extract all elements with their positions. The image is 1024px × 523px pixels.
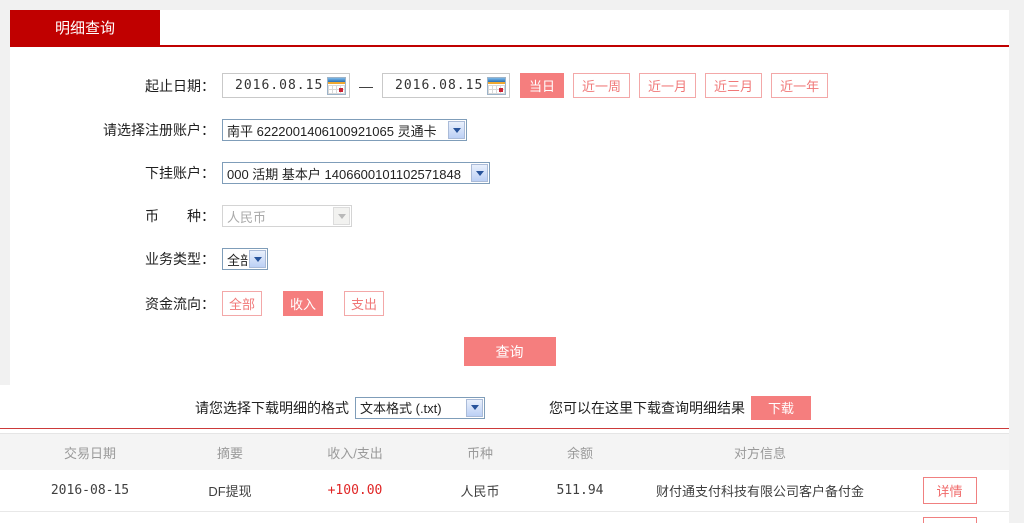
date-range-label: 起止日期： <box>10 76 215 96</box>
flow-all-button[interactable]: 全部 <box>222 291 262 316</box>
date-from-input[interactable]: 2016.08.15 <box>222 73 350 98</box>
table-row-partial: 详情 <box>0 512 1009 523</box>
sub-account-row: 下挂账户： 000 活期 基本户 1406600101102571848 <box>10 162 1009 184</box>
table-header: 交易日期 摘要 收入/支出 币种 余额 对方信息 <box>0 433 1009 470</box>
calendar-icon[interactable] <box>487 77 506 95</box>
date-to-input[interactable]: 2016.08.15 <box>382 73 510 98</box>
flow-expense-button[interactable]: 支出 <box>344 291 384 316</box>
chevron-down-icon <box>471 164 488 182</box>
biz-type-row: 业务类型： 全部 <box>10 248 1009 270</box>
chevron-down-icon <box>333 207 350 225</box>
biz-type-value: 全部 <box>223 250 248 269</box>
flow-income-button[interactable]: 收入 <box>283 291 323 316</box>
tab-detail-query[interactable]: 明细查询 <box>10 10 160 47</box>
header-summary: 摘要 <box>180 443 280 462</box>
download-format-value: 文本格式 (.txt) <box>356 398 465 417</box>
register-account-select[interactable]: 南平 6222001406100921065 灵通卡 <box>222 119 467 141</box>
query-button[interactable]: 查询 <box>464 337 556 366</box>
download-button[interactable]: 下载 <box>751 396 811 420</box>
query-panel: 明细查询 起止日期： 2016.08.15 — 2016.08.15 当日 近一… <box>10 10 1009 385</box>
table-top-divider <box>0 428 1009 429</box>
quick-last-month-button[interactable]: 近一月 <box>639 73 696 98</box>
date-to-value: 2016.08.15 <box>395 78 487 93</box>
cell-amount: +100.00 <box>280 483 430 498</box>
download-format-select[interactable]: 文本格式 (.txt) <box>355 397 485 419</box>
download-hint: 您可以在这里下载查询明细结果 <box>549 398 745 418</box>
biz-type-label: 业务类型： <box>10 249 215 269</box>
cell-counterparty: 财付通支付科技有限公司客户备付金 <box>630 481 890 500</box>
table-row: 2016-08-15 DF提现 +100.00 人民币 511.94 财付通支付… <box>0 470 1009 512</box>
date-from-value: 2016.08.15 <box>235 78 327 93</box>
register-account-value: 南平 6222001406100921065 灵通卡 <box>223 121 447 140</box>
quick-today-button[interactable]: 当日 <box>520 73 564 98</box>
sub-account-value: 000 活期 基本户 1406600101102571848 <box>223 164 470 183</box>
header-trade-date: 交易日期 <box>0 443 180 462</box>
date-range-row: 起止日期： 2016.08.15 — 2016.08.15 当日 近一周 近一月… <box>10 73 1009 98</box>
result-panel: 请您选择下载明细的格式 文本格式 (.txt) 您可以在这里下载查询明细结果 下… <box>0 385 1009 523</box>
register-account-row: 请选择注册账户： 南平 6222001406100921065 灵通卡 <box>10 119 1009 141</box>
currency-select: 人民币 <box>222 205 352 227</box>
register-account-label: 请选择注册账户： <box>10 120 215 140</box>
sub-account-label: 下挂账户： <box>10 163 215 183</box>
biz-type-select[interactable]: 全部 <box>222 248 268 270</box>
currency-row: 币 种： 人民币 <box>10 205 1009 227</box>
currency-value: 人民币 <box>223 207 332 226</box>
quick-last-year-button[interactable]: 近一年 <box>771 73 828 98</box>
sub-account-select[interactable]: 000 活期 基本户 1406600101102571848 <box>222 162 490 184</box>
cell-currency: 人民币 <box>430 481 530 500</box>
fund-flow-row: 资金流向： 全部 收入 支出 <box>10 291 1009 316</box>
header-currency: 币种 <box>430 443 530 462</box>
cell-trade-date: 2016-08-15 <box>0 483 180 498</box>
detail-button[interactable]: 详情 <box>923 517 977 523</box>
detail-button[interactable]: 详情 <box>923 477 977 504</box>
header-income-expense: 收入/支出 <box>280 443 430 462</box>
quick-last-3-months-button[interactable]: 近三月 <box>705 73 762 98</box>
chevron-down-icon <box>448 121 465 139</box>
cell-summary: DF提现 <box>180 481 280 500</box>
tab-bar: 明细查询 <box>10 10 1009 47</box>
quick-last-week-button[interactable]: 近一周 <box>573 73 630 98</box>
header-balance: 余额 <box>530 443 630 462</box>
fund-flow-label: 资金流向： <box>10 294 215 314</box>
query-form: 起止日期： 2016.08.15 — 2016.08.15 当日 近一周 近一月… <box>10 47 1009 366</box>
header-counterparty: 对方信息 <box>630 443 890 462</box>
chevron-down-icon <box>249 250 266 268</box>
cell-balance: 511.94 <box>530 483 630 498</box>
date-range-dash: — <box>359 78 373 94</box>
calendar-icon[interactable] <box>327 77 346 95</box>
chevron-down-icon <box>466 399 483 417</box>
download-format-label: 请您选择下载明细的格式 <box>195 398 349 418</box>
currency-label: 币 种： <box>10 206 215 226</box>
download-row: 请您选择下载明细的格式 文本格式 (.txt) 您可以在这里下载查询明细结果 下… <box>195 395 1009 420</box>
